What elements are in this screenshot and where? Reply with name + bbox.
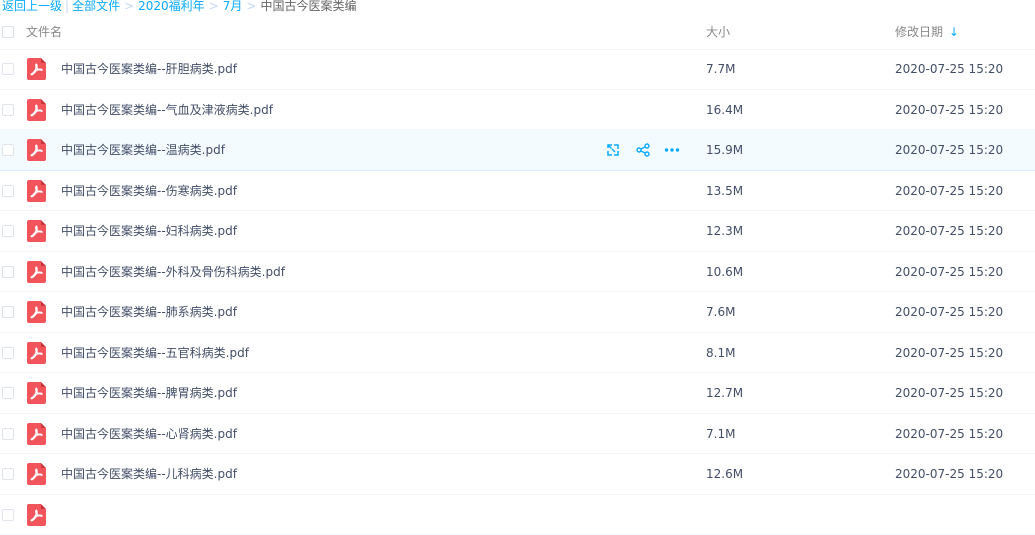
pdf-icon xyxy=(27,423,46,445)
breadcrumb-july[interactable]: 7月 xyxy=(223,0,243,13)
breadcrumb-separator: > xyxy=(124,0,134,13)
pdf-icon xyxy=(27,99,46,121)
row-checkbox[interactable] xyxy=(2,225,14,237)
file-size: 8.1M xyxy=(706,346,735,360)
file-row[interactable]: 中国古今医案类编--肝胆病类.pdf 7.7M 2020-07-25 15:20 xyxy=(0,49,1035,90)
file-size: 12.6M xyxy=(706,467,743,481)
file-row[interactable]: 中国古今医案类编--妇科病类.pdf 12.3M 2020-07-25 15:20 xyxy=(0,211,1035,252)
file-date: 2020-07-25 15:20 xyxy=(895,143,1003,157)
pdf-icon xyxy=(27,382,46,404)
file-name[interactable]: 中国古今医案类编--儿科病类.pdf xyxy=(61,467,237,481)
file-date: 2020-07-25 15:20 xyxy=(895,265,1003,279)
file-name[interactable]: 中国古今医案类编--肝胆病类.pdf xyxy=(61,62,237,76)
file-size: 10.6M xyxy=(706,265,743,279)
pdf-icon xyxy=(27,180,46,202)
file-row[interactable]: 中国古今医案类编--伤寒病类.pdf 13.5M 2020-07-25 15:20 xyxy=(0,171,1035,212)
file-name[interactable]: 中国古今医案类编--伤寒病类.pdf xyxy=(61,184,237,198)
breadcrumb-separator: > xyxy=(209,0,219,13)
file-size: 7.6M xyxy=(706,305,735,319)
file-row[interactable]: 中国古今医案类编--心肾病类.pdf 7.1M 2020-07-25 15:20 xyxy=(0,414,1035,455)
file-row[interactable]: 中国古今医案类编--儿科病类.pdf 12.6M 2020-07-25 15:20 xyxy=(0,454,1035,495)
pdf-icon xyxy=(27,342,46,364)
column-name[interactable]: 文件名 xyxy=(26,25,62,39)
link-share-icon[interactable] xyxy=(606,143,622,159)
row-checkbox[interactable] xyxy=(2,306,14,318)
file-row[interactable]: 中国古今医案类编--气血及津液病类.pdf 16.4M 2020-07-25 15:… xyxy=(0,90,1035,131)
pdf-icon xyxy=(27,463,46,485)
row-checkbox[interactable] xyxy=(2,387,14,399)
select-all-checkbox[interactable] xyxy=(2,26,14,38)
file-size: 16.4M xyxy=(706,103,743,117)
row-checkbox[interactable] xyxy=(2,266,14,278)
file-row[interactable] xyxy=(0,495,1035,535)
breadcrumb-separator: > xyxy=(246,0,256,13)
file-row[interactable]: 中国古今医案类编--肺系病类.pdf 7.6M 2020-07-25 15:20 xyxy=(0,292,1035,333)
pdf-icon xyxy=(27,58,46,80)
file-date: 2020-07-25 15:20 xyxy=(895,386,1003,400)
pdf-icon xyxy=(27,139,46,161)
file-size: 12.3M xyxy=(706,224,743,238)
file-date: 2020-07-25 15:20 xyxy=(895,346,1003,360)
file-row[interactable]: 中国古今医案类编--温病类.pdf 15.9M 2020-07-25 15:20 xyxy=(0,130,1035,171)
file-name[interactable]: 中国古今医案类编--温病类.pdf xyxy=(61,143,225,157)
file-date: 2020-07-25 15:20 xyxy=(895,184,1003,198)
file-size: 7.1M xyxy=(706,427,735,441)
row-checkbox[interactable] xyxy=(2,468,14,480)
back-link[interactable]: 返回上一级 xyxy=(2,0,62,13)
file-date: 2020-07-25 15:20 xyxy=(895,224,1003,238)
file-size: 12.7M xyxy=(706,386,743,400)
file-list-header: 文件名 大小 修改日期↓ xyxy=(0,14,1035,50)
pdf-icon xyxy=(27,301,46,323)
file-date: 2020-07-25 15:20 xyxy=(895,467,1003,481)
row-checkbox[interactable] xyxy=(2,347,14,359)
column-size[interactable]: 大小 xyxy=(706,25,730,39)
breadcrumb-all-files[interactable]: 全部文件 xyxy=(72,0,120,13)
file-row[interactable]: 中国古今医案类编--外科及骨伤科病类.pdf 10.6M 2020-07-25 15… xyxy=(0,252,1035,293)
row-checkbox[interactable] xyxy=(2,185,14,197)
file-date: 2020-07-25 15:20 xyxy=(895,103,1003,117)
more-icon[interactable] xyxy=(664,143,680,159)
file-size: 13.5M xyxy=(706,184,743,198)
file-list: 中国古今医案类编--肝胆病类.pdf7.7M2020-07-25 15:20中国… xyxy=(0,49,1035,535)
file-name[interactable]: 中国古今医案类编--外科及骨伤科病类.pdf xyxy=(61,265,285,279)
breadcrumb-2020[interactable]: 2020福利年 xyxy=(138,0,205,13)
pdf-icon xyxy=(27,220,46,242)
row-checkbox[interactable] xyxy=(2,104,14,116)
file-name[interactable]: 中国古今医案类编--妇科病类.pdf xyxy=(61,224,237,238)
file-name[interactable]: 中国古今医案类编--气血及津液病类.pdf xyxy=(61,103,273,117)
file-name[interactable]: 中国古今医案类编--五官科病类.pdf xyxy=(61,346,249,360)
file-name[interactable]: 中国古今医案类编--脾胃病类.pdf xyxy=(61,386,237,400)
pdf-icon xyxy=(27,261,46,283)
pdf-icon xyxy=(27,504,46,526)
file-date: 2020-07-25 15:20 xyxy=(895,427,1003,441)
row-checkbox[interactable] xyxy=(2,63,14,75)
row-checkbox[interactable] xyxy=(2,509,14,521)
share-icon[interactable] xyxy=(636,143,652,159)
file-name[interactable]: 中国古今医案类编--肺系病类.pdf xyxy=(61,305,237,319)
file-size: 15.9M xyxy=(706,143,743,157)
row-checkbox[interactable] xyxy=(2,428,14,440)
column-modified[interactable]: 修改日期↓ xyxy=(895,25,959,39)
file-date: 2020-07-25 15:20 xyxy=(895,305,1003,319)
file-date: 2020-07-25 15:20 xyxy=(895,62,1003,76)
file-name[interactable]: 中国古今医案类编--心肾病类.pdf xyxy=(61,427,237,441)
row-checkbox[interactable] xyxy=(2,144,14,156)
file-size: 7.7M xyxy=(706,62,735,76)
breadcrumb-current: 中国古今医案类编 xyxy=(260,0,356,13)
breadcrumb: 返回上一级|全部文件>2020福利年>7月>中国古今医案类编 xyxy=(2,0,356,14)
sort-desc-icon: ↓ xyxy=(949,25,959,39)
file-row[interactable]: 中国古今医案类编--脾胃病类.pdf 12.7M 2020-07-25 15:20 xyxy=(0,373,1035,414)
file-row[interactable]: 中国古今医案类编--五官科病类.pdf 8.1M 2020-07-25 15:20 xyxy=(0,333,1035,374)
